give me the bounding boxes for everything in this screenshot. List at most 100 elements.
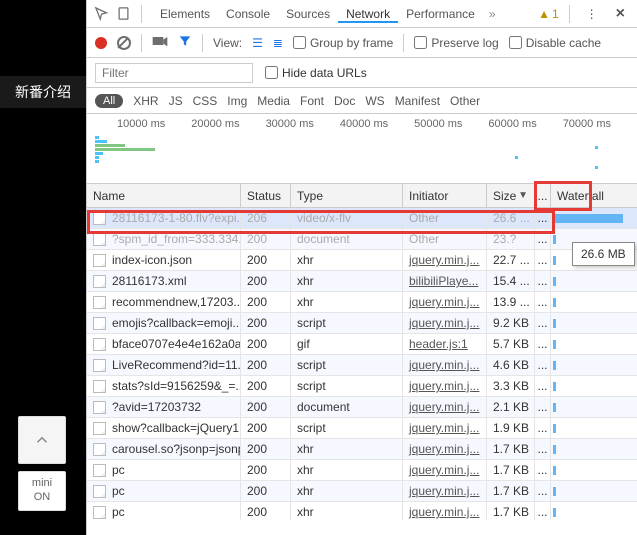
tab-sources[interactable]: Sources: [278, 7, 338, 21]
cell-overflow: ...: [535, 376, 551, 396]
grid-header: Name Status Type Initiator Size▼ ... Wat…: [87, 184, 637, 208]
tab-performance[interactable]: Performance: [398, 7, 483, 21]
cell-status: 206: [241, 208, 291, 228]
cell-initiator: jquery.min.j...: [403, 376, 487, 396]
left-tab[interactable]: 新番介绍: [0, 76, 86, 108]
file-icon: [93, 506, 106, 519]
network-toolbar: View: ☰ ≣ Group by frame Preserve log Di…: [87, 28, 637, 58]
col-name[interactable]: Name: [87, 184, 241, 207]
close-icon[interactable]: ×: [610, 5, 631, 23]
tab-network[interactable]: Network: [338, 7, 398, 23]
tab-console[interactable]: Console: [218, 7, 278, 21]
table-row[interactable]: ?avid=17203732200documentjquery.min.j...…: [87, 397, 637, 418]
cell-size: 1.9 KB: [487, 418, 535, 438]
cell-waterfall: [551, 418, 637, 438]
file-icon: [93, 296, 106, 309]
table-row[interactable]: emojis?callback=emoji...200scriptjquery.…: [87, 313, 637, 334]
record-button[interactable]: [95, 37, 107, 49]
col-overflow[interactable]: ...: [535, 184, 551, 207]
col-waterfall[interactable]: Waterfall: [551, 184, 637, 207]
cell-overflow: ...: [535, 355, 551, 375]
hide-data-urls-checkbox[interactable]: Hide data URLs: [265, 66, 367, 80]
camera-icon[interactable]: [152, 35, 168, 50]
cell-waterfall: [551, 355, 637, 375]
cell-overflow: ...: [535, 250, 551, 270]
cell-status: 200: [241, 334, 291, 354]
request-table[interactable]: 28116173-1-80.flv?expi...206video/x-flvO…: [87, 208, 637, 520]
type-xhr[interactable]: XHR: [133, 94, 158, 108]
col-initiator[interactable]: Initiator: [403, 184, 487, 207]
type-js[interactable]: JS: [169, 94, 183, 108]
file-icon: [93, 254, 106, 267]
group-by-frame-checkbox[interactable]: Group by frame: [293, 36, 393, 50]
cell-initiator: header.js:1: [403, 334, 487, 354]
table-row[interactable]: pc200xhrjquery.min.j...1.7 KB...: [87, 481, 637, 502]
table-row[interactable]: pc200xhrjquery.min.j...1.7 KB...: [87, 460, 637, 481]
mini-toggle[interactable]: mini ON: [18, 471, 66, 511]
cell-waterfall: [551, 439, 637, 459]
table-row[interactable]: ?spm_id_from=333.334...200documentOther2…: [87, 229, 637, 250]
file-icon: [93, 443, 106, 456]
type-font[interactable]: Font: [300, 94, 324, 108]
more-icon[interactable]: ⋮: [580, 7, 604, 21]
table-row[interactable]: show?callback=jQuery1...200scriptjquery.…: [87, 418, 637, 439]
cell-overflow: ...: [535, 313, 551, 333]
cell-name: index-icon.json: [87, 250, 241, 270]
cell-name: bface0707e4e4e162a0a...: [87, 334, 241, 354]
timeline-tick: 70000 ms: [563, 118, 637, 130]
list-view-icon[interactable]: ☰: [252, 36, 263, 50]
cell-waterfall: [551, 502, 637, 520]
cell-waterfall: [551, 292, 637, 312]
file-icon: [93, 422, 106, 435]
table-row[interactable]: carousel.so?jsonp=jsonp200xhrjquery.min.…: [87, 439, 637, 460]
type-media[interactable]: Media: [257, 94, 290, 108]
table-row[interactable]: 28116173-1-80.flv?expi...206video/x-flvO…: [87, 208, 637, 229]
type-css[interactable]: CSS: [193, 94, 218, 108]
type-all[interactable]: All: [95, 94, 123, 108]
cell-size: 5.7 KB: [487, 334, 535, 354]
filter-input[interactable]: [95, 63, 253, 83]
cell-status: 200: [241, 250, 291, 270]
device-icon[interactable]: [115, 6, 131, 22]
scroll-top-button[interactable]: [18, 416, 66, 464]
mini-label-1: mini: [19, 476, 65, 490]
col-size[interactable]: Size▼: [487, 184, 535, 207]
type-doc[interactable]: Doc: [334, 94, 355, 108]
warning-badge[interactable]: ▲ 1: [538, 7, 559, 21]
table-row[interactable]: LiveRecommend?id=11...200scriptjquery.mi…: [87, 355, 637, 376]
cell-initiator: Other: [403, 208, 487, 228]
overview-icon[interactable]: ≣: [273, 36, 283, 50]
type-manifest[interactable]: Manifest: [395, 94, 440, 108]
col-type[interactable]: Type: [291, 184, 403, 207]
col-status[interactable]: Status: [241, 184, 291, 207]
table-row[interactable]: index-icon.json200xhrjquery.min.j...22.7…: [87, 250, 637, 271]
file-icon: [93, 212, 106, 225]
filter-icon[interactable]: [178, 34, 192, 51]
cell-type: script: [291, 376, 403, 396]
table-row[interactable]: bface0707e4e4e162a0a...200gifheader.js:1…: [87, 334, 637, 355]
cell-type: video/x-flv: [291, 208, 403, 228]
preserve-log-checkbox[interactable]: Preserve log: [414, 36, 498, 50]
disable-cache-checkbox[interactable]: Disable cache: [509, 36, 601, 50]
cell-status: 200: [241, 502, 291, 520]
table-row[interactable]: recommendnew,17203...200xhrjquery.min.j.…: [87, 292, 637, 313]
table-row[interactable]: stats?sId=9156259&_=...200scriptjquery.m…: [87, 376, 637, 397]
table-row[interactable]: pc200xhrjquery.min.j...1.7 KB...: [87, 502, 637, 520]
cell-overflow: ...: [535, 271, 551, 291]
table-row[interactable]: 28116173.xml200xhrbilibiliPlaye...15.4 .…: [87, 271, 637, 292]
tab-elements[interactable]: Elements: [152, 7, 218, 21]
mini-label-2: ON: [19, 490, 65, 504]
type-ws[interactable]: WS: [365, 94, 384, 108]
tabs-overflow[interactable]: »: [489, 7, 496, 21]
cell-overflow: ...: [535, 439, 551, 459]
cell-type: xhr: [291, 439, 403, 459]
timeline-tick: 60000 ms: [488, 118, 562, 130]
inspect-icon[interactable]: [93, 6, 109, 22]
type-other[interactable]: Other: [450, 94, 480, 108]
type-img[interactable]: Img: [227, 94, 247, 108]
cell-type: xhr: [291, 271, 403, 291]
timeline-tick: 20000 ms: [191, 118, 265, 130]
clear-button[interactable]: [117, 36, 131, 50]
timeline-overview[interactable]: 10000 ms20000 ms30000 ms40000 ms50000 ms…: [87, 114, 637, 184]
cell-name: carousel.so?jsonp=jsonp: [87, 439, 241, 459]
